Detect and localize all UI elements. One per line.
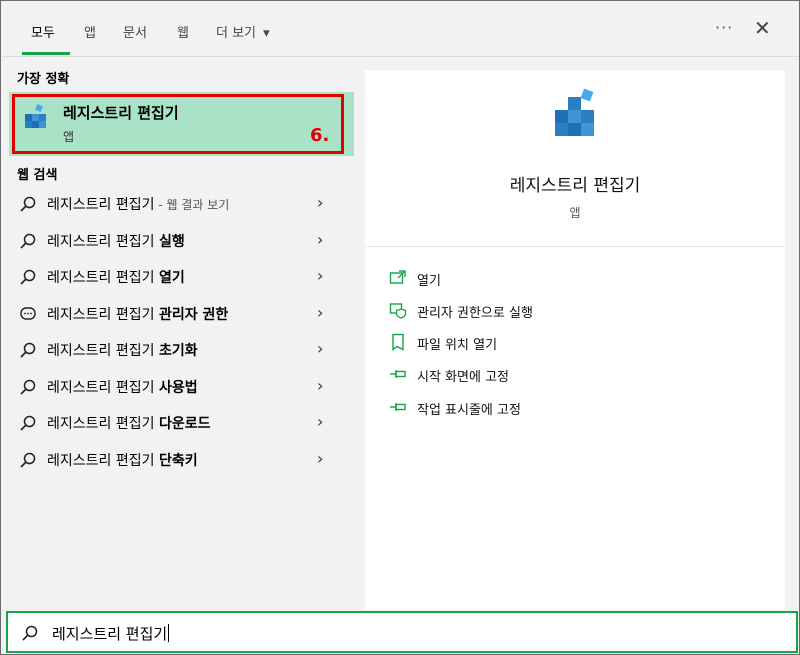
tab-web[interactable]: 웹 <box>177 22 189 41</box>
web-result-item[interactable]: 레지스트리 편집기 다운로드 › <box>9 406 354 440</box>
search-icon <box>20 233 36 249</box>
result-query: 레지스트리 편집기 <box>47 234 159 250</box>
result-query: 레지스트리 편집기 <box>47 307 159 323</box>
detail-subtitle: 앱 <box>569 206 581 220</box>
result-query: 레지스트리 편집기 <box>47 380 159 396</box>
chevron-right-icon[interactable]: › <box>317 449 323 468</box>
search-icon <box>20 269 36 285</box>
result-keyword: 사용법 <box>158 380 198 396</box>
search-icon <box>20 196 36 212</box>
search-input[interactable]: 레지스트리 편집기 <box>52 623 170 644</box>
web-result-text: 레지스트리 편집기 실행 <box>47 231 185 251</box>
tab-all[interactable]: 모두 <box>31 22 55 41</box>
action-label: 열기 <box>417 274 441 289</box>
result-query: 레지스트리 편집기 <box>47 343 159 359</box>
text-cursor <box>168 624 170 642</box>
result-suffix: - 웹 결과 보기 <box>154 198 230 212</box>
action-pin-start[interactable]: 시작 화면에 고정 <box>389 363 749 387</box>
tab-documents[interactable]: 문서 <box>123 22 147 41</box>
web-result-item[interactable]: 레지스트리 편집기 실행 › <box>9 224 354 258</box>
web-result-item[interactable]: 레지스트리 편집기 사용법 › <box>9 370 354 404</box>
web-result-text: 레지스트리 편집기 초기화 <box>47 340 198 360</box>
action-label: 관리자 권한으로 실행 <box>417 306 533 321</box>
detail-panel: 레지스트리 편집기 앱 열기 관리자 권한으로 실행 파일 위치 열기 시작 화… <box>365 70 785 610</box>
result-keyword: 열기 <box>158 270 185 286</box>
search-icon <box>22 625 38 641</box>
web-search-heading: 웹 검색 <box>17 168 58 183</box>
search-icon <box>20 342 36 358</box>
close-icon[interactable]: ✕ <box>754 16 771 40</box>
detail-title: 레지스트리 편집기 <box>509 176 641 196</box>
chevron-right-icon[interactable]: › <box>317 303 323 322</box>
result-query: 레지스트리 편집기 <box>47 270 159 286</box>
tab-more-label: 더 보기 <box>216 26 257 41</box>
file-location-icon <box>392 333 404 351</box>
action-label: 파일 위치 열기 <box>417 338 498 353</box>
web-result-item[interactable]: 레지스트리 편집기 열기 › <box>9 260 354 294</box>
web-result-text: 레지스트리 편집기 열기 <box>47 267 185 287</box>
result-keyword: 단축키 <box>158 453 198 469</box>
result-keyword: 관리자 권한 <box>158 307 229 323</box>
result-query: 레지스트리 편집기 <box>47 416 159 432</box>
chevron-right-icon[interactable]: › <box>317 266 323 285</box>
chevron-right-icon[interactable]: › <box>317 376 323 395</box>
chevron-right-icon[interactable]: › <box>317 412 323 431</box>
tab-more[interactable]: 더 보기 ▾ <box>216 22 270 41</box>
web-result-item[interactable]: 레지스트리 편집기 단축키 › <box>9 443 354 477</box>
search-icon <box>20 379 36 395</box>
web-result-text: 레지스트리 편집기 단축키 <box>47 450 198 470</box>
web-result-item[interactable]: 레지스트리 편집기 - 웹 결과 보기 › <box>9 187 354 221</box>
result-query: 레지스트리 편집기 <box>47 197 155 213</box>
web-result-text: 레지스트리 편집기 사용법 <box>47 377 198 397</box>
web-result-text: 레지스트리 편집기 - 웹 결과 보기 <box>47 194 229 214</box>
web-result-text: 레지스트리 편집기 관리자 권한 <box>47 304 228 324</box>
header-divider <box>2 56 799 57</box>
more-options-icon[interactable]: ··· <box>715 18 733 37</box>
registry-editor-large-icon <box>555 88 594 136</box>
admin-shield-icon <box>389 303 407 319</box>
best-match-title: 레지스트리 편집기 <box>63 104 179 122</box>
filter-bar: 모두 앱 문서 웹 더 보기 ▾ ··· ✕ <box>2 2 799 57</box>
search-window: 모두 앱 문서 웹 더 보기 ▾ ··· ✕ 가장 정확 레지스트리 편집기 앱… <box>0 0 800 655</box>
action-open[interactable]: 열기 <box>389 267 749 291</box>
chevron-right-icon[interactable]: › <box>317 339 323 358</box>
search-icon <box>20 415 36 431</box>
open-icon <box>389 270 406 284</box>
action-label: 작업 표시줄에 고정 <box>417 403 521 418</box>
action-open-file-location[interactable]: 파일 위치 열기 <box>389 331 749 355</box>
action-label: 시작 화면에 고정 <box>417 370 509 385</box>
action-pin-taskbar[interactable]: 작업 표시줄에 고정 <box>389 396 749 420</box>
pin-icon <box>390 403 406 411</box>
best-match-heading: 가장 정확 <box>17 72 70 87</box>
result-keyword: 다운로드 <box>158 416 211 432</box>
action-run-as-admin[interactable]: 관리자 권한으로 실행 <box>389 299 749 323</box>
detail-divider <box>365 246 785 247</box>
search-icon <box>20 452 36 468</box>
active-tab-indicator <box>22 52 70 55</box>
search-box[interactable]: 레지스트리 편집기 <box>6 611 798 653</box>
pin-icon <box>390 370 406 378</box>
chevron-right-icon[interactable]: › <box>317 193 323 212</box>
result-keyword: 실행 <box>158 234 185 250</box>
chat-icon <box>20 307 36 320</box>
result-keyword: 초기화 <box>158 343 198 359</box>
web-result-text: 레지스트리 편집기 다운로드 <box>47 413 210 433</box>
web-result-item[interactable]: 레지스트리 편집기 초기화 › <box>9 333 354 367</box>
best-match-subtitle: 앱 <box>63 130 75 144</box>
web-result-item[interactable]: 레지스트리 편집기 관리자 권한 › <box>9 297 354 331</box>
search-query: 레지스트리 편집기 <box>52 625 168 643</box>
result-query: 레지스트리 편집기 <box>47 453 159 469</box>
chevron-down-icon: ▾ <box>263 26 270 41</box>
tab-apps[interactable]: 앱 <box>84 22 96 41</box>
annotation-number: 6. <box>310 125 330 146</box>
chevron-right-icon[interactable]: › <box>317 230 323 249</box>
